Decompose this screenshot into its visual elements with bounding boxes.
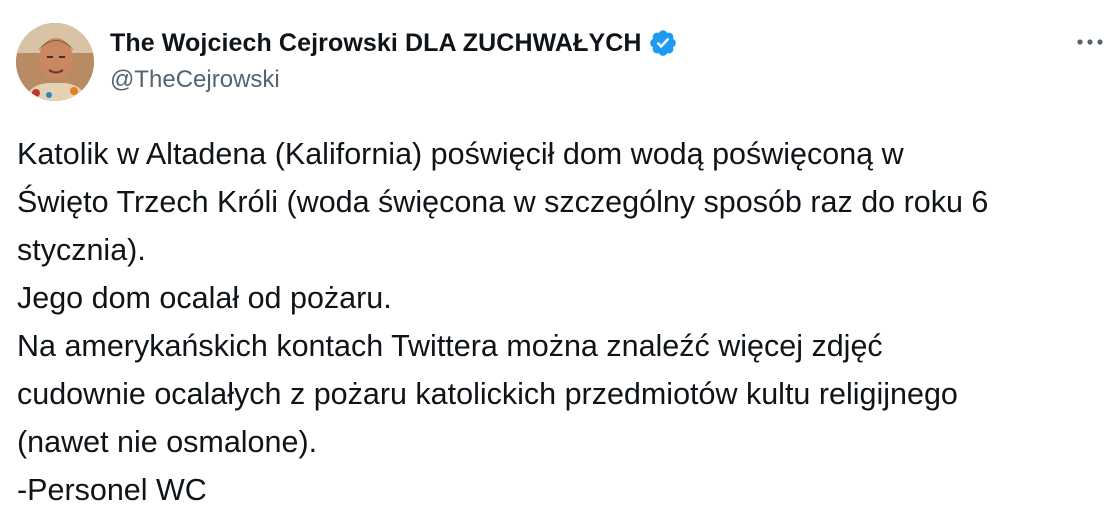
tweet-header: The Wojciech Cejrowski DLA ZUCHWAŁYCH @T… [110, 26, 678, 94]
tweet-card: The Wojciech Cejrowski DLA ZUCHWAŁYCH @T… [0, 0, 1120, 506]
more-options-button[interactable] [1070, 30, 1110, 54]
name-row: The Wojciech Cejrowski DLA ZUCHWAŁYCH [110, 26, 678, 60]
tweet-text: Katolik w Altadena (Kalifornia) poświęci… [17, 137, 989, 506]
avatar[interactable] [16, 23, 94, 101]
user-photo-avatar-icon [16, 23, 94, 101]
more-options-icon [1077, 39, 1103, 45]
author-display-name[interactable]: The Wojciech Cejrowski DLA ZUCHWAŁYCH [110, 29, 642, 58]
verified-badge-icon[interactable] [648, 28, 678, 58]
author-handle[interactable]: @TheCejrowski [110, 66, 678, 94]
